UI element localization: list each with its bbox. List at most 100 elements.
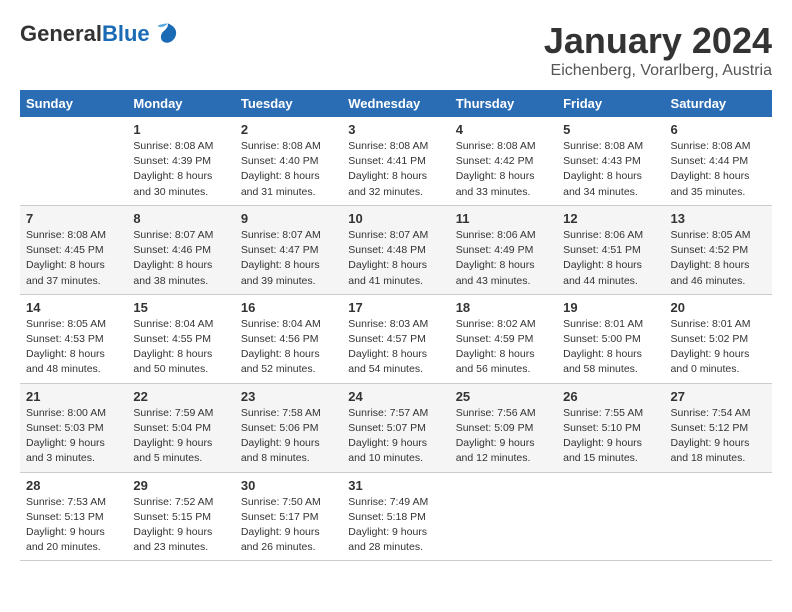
week-row-0: 1Sunrise: 8:08 AM Sunset: 4:39 PM Daylig…	[20, 117, 772, 205]
title-block: January 2024 Eichenberg, Vorarlberg, Aus…	[544, 20, 772, 80]
calendar-cell: 27Sunrise: 7:54 AM Sunset: 5:12 PM Dayli…	[665, 383, 772, 472]
week-row-3: 21 Sunrise: 8:00 AM Sunset: 5:03 PM Dayli…	[20, 383, 772, 472]
logo-general: General	[20, 21, 102, 46]
day-number: 18	[456, 300, 551, 315]
day-info: Sunrise: 8:08 AM Sunset: 4:42 PM Dayligh…	[456, 139, 551, 200]
calendar-cell: 29Sunrise: 7:52 AM Sunset: 5:15 PM Dayli…	[127, 472, 234, 561]
calendar-cell: 17Sunrise: 8:03 AM Sunset: 4:57 PM Dayli…	[342, 294, 449, 383]
day-number: 22	[133, 389, 228, 404]
calendar-cell: 11 Sunrise: 8:06 AM Sunset: 4:49 PM Dayli…	[450, 205, 557, 294]
logo-text: GeneralBlue	[20, 20, 182, 48]
day-info: Sunrise: 8:07 AM Sunset: 4:47 PM Dayligh…	[241, 228, 336, 289]
calendar-cell: 24Sunrise: 7:57 AM Sunset: 5:07 PM Dayli…	[342, 383, 449, 472]
calendar-cell: 5Sunrise: 8:08 AM Sunset: 4:43 PM Daylig…	[557, 117, 664, 205]
day-info: Sunrise: 7:58 AM Sunset: 5:06 PM Dayligh…	[241, 406, 336, 467]
day-info: Sunrise: 7:57 AM Sunset: 5:07 PM Dayligh…	[348, 406, 443, 467]
day-info: Sunrise: 8:04 AM Sunset: 4:56 PM Dayligh…	[241, 317, 336, 378]
day-number: 26	[563, 389, 658, 404]
day-info: Sunrise: 8:08 AM Sunset: 4:40 PM Dayligh…	[241, 139, 336, 200]
day-info: Sunrise: 7:54 AM Sunset: 5:12 PM Dayligh…	[671, 406, 766, 467]
page-header: GeneralBlue January 2024 Eichenberg, Vor…	[20, 20, 772, 80]
day-number: 17	[348, 300, 443, 315]
week-row-1: 7 Sunrise: 8:08 AM Sunset: 4:45 PM Daylig…	[20, 205, 772, 294]
day-info: Sunrise: 7:50 AM Sunset: 5:17 PM Dayligh…	[241, 495, 336, 556]
day-number: 31	[348, 478, 443, 493]
day-info: Sunrise: 8:00 AM Sunset: 5:03 PM Dayligh…	[26, 406, 121, 467]
day-number: 20	[671, 300, 766, 315]
calendar-cell: 1Sunrise: 8:08 AM Sunset: 4:39 PM Daylig…	[127, 117, 234, 205]
week-row-4: 28Sunrise: 7:53 AM Sunset: 5:13 PM Dayli…	[20, 472, 772, 561]
header-day-tuesday: Tuesday	[235, 90, 342, 117]
calendar-cell: 9Sunrise: 8:07 AM Sunset: 4:47 PM Daylig…	[235, 205, 342, 294]
calendar-cell: 16 Sunrise: 8:04 AM Sunset: 4:56 PM Dayli…	[235, 294, 342, 383]
day-info: Sunrise: 7:59 AM Sunset: 5:04 PM Dayligh…	[133, 406, 228, 467]
day-info: Sunrise: 7:56 AM Sunset: 5:09 PM Dayligh…	[456, 406, 551, 467]
calendar-body: 1Sunrise: 8:08 AM Sunset: 4:39 PM Daylig…	[20, 117, 772, 561]
header-day-friday: Friday	[557, 90, 664, 117]
logo-bird-icon	[154, 20, 182, 48]
day-info: Sunrise: 8:08 AM Sunset: 4:45 PM Dayligh…	[26, 228, 121, 289]
calendar-cell	[450, 472, 557, 561]
calendar-cell: 25Sunrise: 7:56 AM Sunset: 5:09 PM Dayli…	[450, 383, 557, 472]
day-info: Sunrise: 8:07 AM Sunset: 4:46 PM Dayligh…	[133, 228, 228, 289]
calendar-cell: 20 Sunrise: 8:01 AM Sunset: 5:02 PM Dayli…	[665, 294, 772, 383]
calendar-cell	[665, 472, 772, 561]
day-info: Sunrise: 8:07 AM Sunset: 4:48 PM Dayligh…	[348, 228, 443, 289]
day-number: 11	[456, 211, 551, 226]
week-row-2: 14Sunrise: 8:05 AM Sunset: 4:53 PM Dayli…	[20, 294, 772, 383]
day-number: 2	[241, 122, 336, 137]
header-day-monday: Monday	[127, 90, 234, 117]
calendar-cell: 21 Sunrise: 8:00 AM Sunset: 5:03 PM Dayli…	[20, 383, 127, 472]
day-info: Sunrise: 8:06 AM Sunset: 4:49 PM Dayligh…	[456, 228, 551, 289]
calendar-cell: 30 Sunrise: 7:50 AM Sunset: 5:17 PM Dayli…	[235, 472, 342, 561]
day-number: 1	[133, 122, 228, 137]
month-title: January 2024	[544, 20, 772, 62]
day-number: 19	[563, 300, 658, 315]
day-info: Sunrise: 8:08 AM Sunset: 4:41 PM Dayligh…	[348, 139, 443, 200]
day-number: 14	[26, 300, 121, 315]
calendar-cell: 28Sunrise: 7:53 AM Sunset: 5:13 PM Dayli…	[20, 472, 127, 561]
day-info: Sunrise: 7:53 AM Sunset: 5:13 PM Dayligh…	[26, 495, 121, 556]
calendar-cell	[20, 117, 127, 205]
calendar-cell	[557, 472, 664, 561]
calendar-table: SundayMondayTuesdayWednesdayThursdayFrid…	[20, 90, 772, 561]
day-number: 30	[241, 478, 336, 493]
calendar-cell: 13 Sunrise: 8:05 AM Sunset: 4:52 PM Dayli…	[665, 205, 772, 294]
day-info: Sunrise: 8:01 AM Sunset: 5:00 PM Dayligh…	[563, 317, 658, 378]
calendar-cell: 22 Sunrise: 7:59 AM Sunset: 5:04 PM Dayli…	[127, 383, 234, 472]
day-info: Sunrise: 8:02 AM Sunset: 4:59 PM Dayligh…	[456, 317, 551, 378]
day-number: 4	[456, 122, 551, 137]
day-info: Sunrise: 8:01 AM Sunset: 5:02 PM Dayligh…	[671, 317, 766, 378]
header-day-wednesday: Wednesday	[342, 90, 449, 117]
calendar-cell: 6 Sunrise: 8:08 AM Sunset: 4:44 PM Daylig…	[665, 117, 772, 205]
day-info: Sunrise: 8:08 AM Sunset: 4:44 PM Dayligh…	[671, 139, 766, 200]
day-info: Sunrise: 7:52 AM Sunset: 5:15 PM Dayligh…	[133, 495, 228, 556]
day-number: 7	[26, 211, 121, 226]
day-number: 21	[26, 389, 121, 404]
day-number: 10	[348, 211, 443, 226]
calendar-cell: 12 Sunrise: 8:06 AM Sunset: 4:51 PM Dayli…	[557, 205, 664, 294]
calendar-cell: 23 Sunrise: 7:58 AM Sunset: 5:06 PM Dayli…	[235, 383, 342, 472]
day-number: 23	[241, 389, 336, 404]
day-number: 15	[133, 300, 228, 315]
calendar-cell: 26 Sunrise: 7:55 AM Sunset: 5:10 PM Dayli…	[557, 383, 664, 472]
header-day-sunday: Sunday	[20, 90, 127, 117]
header-day-saturday: Saturday	[665, 90, 772, 117]
day-number: 6	[671, 122, 766, 137]
logo: GeneralBlue	[20, 20, 182, 48]
day-number: 12	[563, 211, 658, 226]
day-info: Sunrise: 8:04 AM Sunset: 4:55 PM Dayligh…	[133, 317, 228, 378]
calendar-cell: 31Sunrise: 7:49 AM Sunset: 5:18 PM Dayli…	[342, 472, 449, 561]
calendar-cell: 3 Sunrise: 8:08 AM Sunset: 4:41 PM Daylig…	[342, 117, 449, 205]
calendar-cell: 7 Sunrise: 8:08 AM Sunset: 4:45 PM Daylig…	[20, 205, 127, 294]
header-day-thursday: Thursday	[450, 90, 557, 117]
day-number: 3	[348, 122, 443, 137]
day-info: Sunrise: 7:55 AM Sunset: 5:10 PM Dayligh…	[563, 406, 658, 467]
day-info: Sunrise: 8:05 AM Sunset: 4:52 PM Dayligh…	[671, 228, 766, 289]
calendar-cell: 8Sunrise: 8:07 AM Sunset: 4:46 PM Daylig…	[127, 205, 234, 294]
calendar-cell: 4 Sunrise: 8:08 AM Sunset: 4:42 PM Daylig…	[450, 117, 557, 205]
calendar-cell: 18 Sunrise: 8:02 AM Sunset: 4:59 PM Dayli…	[450, 294, 557, 383]
day-info: Sunrise: 8:06 AM Sunset: 4:51 PM Dayligh…	[563, 228, 658, 289]
day-number: 16	[241, 300, 336, 315]
day-number: 13	[671, 211, 766, 226]
